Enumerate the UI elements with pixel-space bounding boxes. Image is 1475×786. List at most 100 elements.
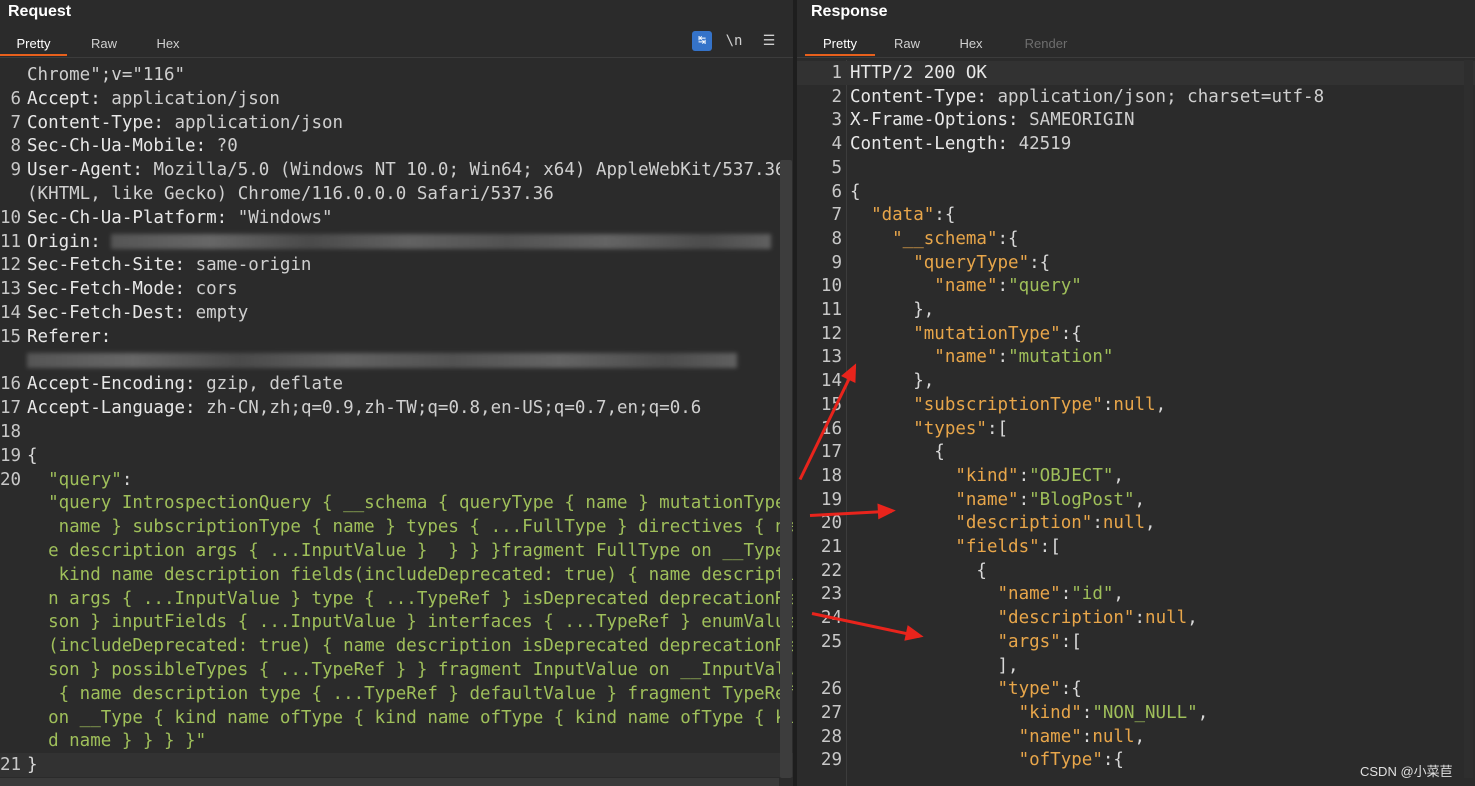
line-number: 20: [0, 469, 22, 490]
code-token: :: [1092, 513, 1103, 534]
code-line: 15 "subscriptionType":null,: [797, 393, 1475, 417]
code-line: 7 Content-Type: application/json: [0, 111, 793, 135]
code-token: Content-Type:: [850, 86, 998, 107]
code-token: null: [1102, 513, 1146, 534]
tab-hex[interactable]: Hex: [136, 31, 200, 56]
code-token: :{: [1060, 679, 1082, 700]
code-token: (includeDeprecated: true) { name descrip…: [27, 636, 793, 657]
hamburger-menu-icon[interactable]: ☰: [760, 31, 778, 51]
code-token: },: [850, 371, 935, 392]
line-content: Sec-Fetch-Site: same-origin: [27, 253, 311, 277]
request-editor[interactable]: Chrome";v="116" 6 Accept: application/json…: [0, 60, 793, 786]
code-token: gzip, deflate: [206, 374, 344, 395]
code-token: name } subscriptionType { name } types {…: [27, 517, 793, 538]
code-line: name } subscriptionType { name } types {…: [0, 515, 793, 539]
code-line: 28 "name":null,: [797, 725, 1475, 749]
line-content: "kind":"OBJECT",: [850, 464, 1124, 488]
redacted-text: [111, 234, 772, 250]
tab-pretty[interactable]: Pretty: [805, 31, 875, 56]
code-token: :: [121, 469, 133, 490]
line-content: "query":: [27, 468, 132, 492]
line-content: "args":[: [850, 630, 1082, 654]
code-token: "OBJECT": [1029, 465, 1114, 486]
line-number: 7: [10, 112, 21, 133]
line-content: Origin:: [27, 230, 772, 254]
line-number: 7: [831, 205, 842, 226]
line-number: 11: [820, 300, 842, 320]
code-token: e description args { ...InputValue } } }…: [27, 541, 793, 561]
show-newlines-toggle[interactable]: \n: [724, 31, 744, 51]
redacted-text: [27, 353, 737, 369]
response-editor[interactable]: 1 HTTP/2 200 OK 2 Content-Type: application…: [797, 60, 1475, 786]
line-content: {: [850, 559, 987, 583]
code-line: 19 "name":"BlogPost",: [797, 488, 1475, 512]
code-line: on __Type { kind name ofType { kind name…: [0, 706, 793, 730]
line-content: "name":"id",: [850, 582, 1124, 606]
line-number: 19: [0, 445, 22, 466]
line-content: }: [27, 753, 38, 777]
code-token: Sec-Fetch-Site:: [27, 255, 196, 276]
response-scrollbar[interactable]: [1464, 60, 1473, 778]
code-token: ,: [1155, 394, 1167, 415]
line-number: 21: [820, 537, 842, 557]
code-token: "id": [1071, 584, 1114, 605]
line-number: 27: [820, 702, 842, 723]
code-token: ,: [1113, 584, 1124, 605]
line-content: Chrome";v="116": [27, 63, 185, 87]
line-number: 13: [820, 347, 842, 368]
request-panel: Request Pretty Raw Hex ↹ \n ☰ Chrome";v=…: [0, 0, 793, 786]
code-token: :: [997, 276, 1009, 297]
code-token: :[: [1060, 631, 1082, 652]
line-content: Sec-Ch-Ua-Platform: "Windows": [27, 206, 333, 230]
line-content: "mutationType":{: [850, 322, 1082, 346]
code-token: ,: [1187, 608, 1198, 629]
request-horizontal-scrollbar[interactable]: [0, 778, 779, 786]
code-line: 20 "query":: [0, 468, 793, 492]
code-line: 12 Sec-Fetch-Site: same-origin: [0, 253, 793, 277]
wrap-lines-icon[interactable]: ↹: [692, 31, 712, 51]
line-content: Content-Type: application/json; charset=…: [850, 85, 1324, 109]
line-number: 10: [0, 207, 22, 228]
code-token: kind name description fields(includeDepr…: [27, 564, 793, 585]
code-line: 5: [797, 156, 1475, 180]
line-content: kind name description fields(includeDepr…: [27, 563, 793, 587]
response-title: Response: [811, 3, 888, 20]
code-token: Sec-Ch-Ua-Platform:: [27, 207, 238, 228]
code-token: zh-CN,zh;q=0.9,zh-TW;q=0.8,en-US;q=0.7,e…: [206, 398, 702, 419]
code-line: 24 "description":null,: [797, 606, 1475, 630]
code-line: 20 "description":null,: [797, 511, 1475, 535]
line-number: 18: [0, 422, 22, 442]
request-scrollbar[interactable]: [780, 160, 792, 778]
code-line: 11 Origin:: [0, 230, 793, 254]
code-token: HTTP/2 200 OK: [850, 63, 987, 83]
line-content: "name":"query": [850, 274, 1082, 298]
tab-pretty[interactable]: Pretty: [0, 31, 67, 56]
code-token: {: [850, 181, 861, 202]
code-token: Sec-Fetch-Dest:: [27, 303, 196, 323]
code-line: son } inputFields { ...InputValue } inte…: [0, 610, 793, 634]
tab-render[interactable]: Render: [1009, 31, 1083, 56]
code-token: "query": [27, 469, 122, 490]
code-token: empty: [195, 303, 249, 323]
code-token: Chrome";v="116": [27, 65, 186, 85]
line-number: 9: [831, 252, 842, 273]
response-tabs: Pretty Raw Hex Render: [797, 31, 1475, 58]
tab-raw[interactable]: Raw: [875, 31, 939, 56]
line-number: 25: [820, 631, 842, 652]
code-token: :: [1060, 584, 1072, 605]
line-content: "type":{: [850, 677, 1082, 701]
line-number: 12: [820, 323, 842, 344]
tab-hex[interactable]: Hex: [939, 31, 1003, 56]
code-line: 18 "kind":"OBJECT",: [797, 464, 1475, 488]
line-content: "queryType":{: [850, 251, 1050, 275]
code-token: ,: [1145, 513, 1156, 534]
tab-raw[interactable]: Raw: [72, 31, 136, 56]
code-token: same-origin: [195, 255, 312, 276]
code-token: "fields": [850, 537, 1040, 557]
code-line: 2 Content-Type: application/json; charset…: [797, 85, 1475, 109]
code-token: "types": [850, 418, 987, 439]
code-token: {: [850, 442, 945, 463]
code-line: 17 Accept-Language: zh-CN,zh;q=0.9,zh-TW;…: [0, 396, 793, 420]
code-line: 14 },: [797, 369, 1475, 393]
line-content: "subscriptionType":null,: [850, 393, 1166, 417]
